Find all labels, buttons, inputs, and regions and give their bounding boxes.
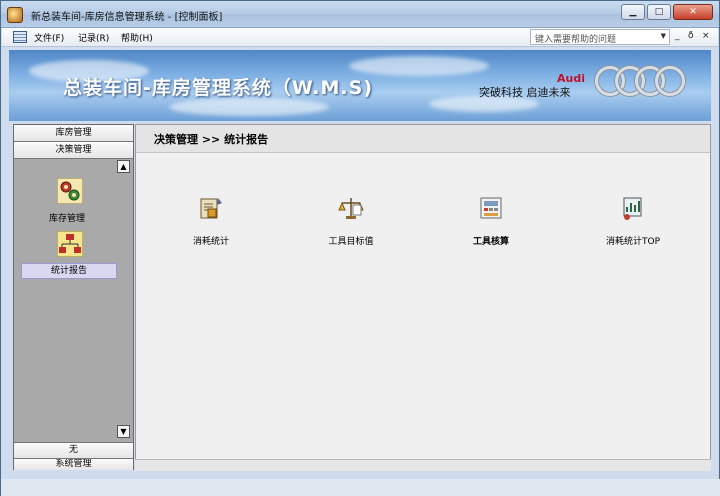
sidebar-group-system[interactable]: 系统管理 [14, 458, 133, 470]
chevron-down-icon[interactable]: ▼ [661, 32, 666, 40]
tool-calculation[interactable]: 工具核算 [441, 195, 541, 247]
menu-bar: 文件(F) 记录(R) 帮助(H) 键入需要帮助的问题 ▼ _ ð × [2, 28, 718, 47]
tool-target-value-label: 工具目标值 [328, 237, 374, 247]
app-icon[interactable] [7, 7, 23, 23]
sidebar-panel: ▲ 库存管理 统计报告 ▼ [14, 159, 133, 439]
main-panel: 决策管理 >> 统计报告 消耗统计 工具目标值 工具核算 消耗统计TOP [135, 124, 711, 470]
org-chart-icon[interactable] [57, 231, 83, 257]
calculation-icon[interactable] [478, 195, 504, 221]
sidebar-item-statistics[interactable]: 统计报告 [21, 263, 117, 279]
tool-top-stats[interactable]: 消耗统计TOP [583, 195, 683, 247]
minimize-button[interactable]: ▁ [621, 4, 645, 20]
mdi-restore-button[interactable]: ð [688, 31, 694, 41]
scale-icon[interactable] [338, 195, 364, 221]
tool-top-stats-label: 消耗统计TOP [605, 237, 660, 247]
scroll-up-button[interactable]: ▲ [117, 160, 130, 173]
window-controls: ▁ □ ✕ [621, 4, 713, 20]
menu-records[interactable]: 记录(R) [78, 31, 109, 44]
help-question-input[interactable]: 键入需要帮助的问题 ▼ [530, 29, 670, 45]
system-title: 总装车间-库房管理系统（W.M.S) [63, 77, 374, 99]
maximize-button[interactable]: □ [647, 4, 671, 20]
sidebar-group-decision[interactable]: 决策管理 [14, 142, 133, 159]
gears-icon[interactable] [57, 178, 83, 204]
tool-consumption-stats-label: 消耗统计 [192, 237, 229, 247]
audi-rings-logo [595, 66, 687, 98]
menu-help[interactable]: 帮助(H) [121, 31, 153, 44]
breadcrumb-bar: 决策管理 >> 统计报告 [136, 125, 710, 153]
close-button[interactable]: ✕ [673, 4, 713, 20]
mdi-close-button[interactable]: × [702, 31, 710, 41]
tool-target-value[interactable]: 工具目标值 [301, 195, 401, 247]
tool-calculation-label: 工具核算 [472, 237, 509, 247]
sidebar-item-inventory[interactable]: 库存管理 [49, 211, 85, 224]
sidebar-group-warehouse[interactable]: 库房管理 [14, 125, 133, 142]
slogan: 突破科技 启迪未来 [479, 86, 571, 99]
tool-consumption-stats[interactable]: 消耗统计 [161, 195, 261, 247]
window-bottom-edge [1, 479, 720, 496]
header-banner: 总装车间-库房管理系统（W.M.S) Audi 突破科技 启迪未来 [9, 50, 711, 121]
consumption-stats-icon[interactable] [198, 195, 224, 221]
status-bar [135, 459, 711, 471]
help-question-placeholder: 键入需要帮助的问题 [535, 35, 617, 45]
switchboard-sidebar: 库房管理 决策管理 ▲ 库存管理 统计报告 ▼ 无 系统管理 [13, 124, 134, 470]
sidebar-group-none[interactable]: 无 [14, 442, 133, 458]
top-stats-icon[interactable] [620, 195, 646, 221]
app-window: 新总装车间-库房信息管理系统 - [控制面板] ▁ □ ✕ 文件(F) 记录(R… [0, 0, 720, 496]
window-title: 新总装车间-库房信息管理系统 - [控制面板] [31, 12, 223, 23]
breadcrumb: 决策管理 >> 统计报告 [154, 133, 269, 146]
menu-file[interactable]: 文件(F) [34, 31, 64, 44]
cloud-decoration [169, 98, 329, 116]
mdi-minimize-button[interactable]: _ [675, 31, 680, 41]
title-bar[interactable]: 新总装车间-库房信息管理系统 - [控制面板] ▁ □ ✕ [1, 1, 719, 28]
form-icon[interactable] [13, 31, 27, 43]
scroll-down-button[interactable]: ▼ [117, 425, 130, 438]
